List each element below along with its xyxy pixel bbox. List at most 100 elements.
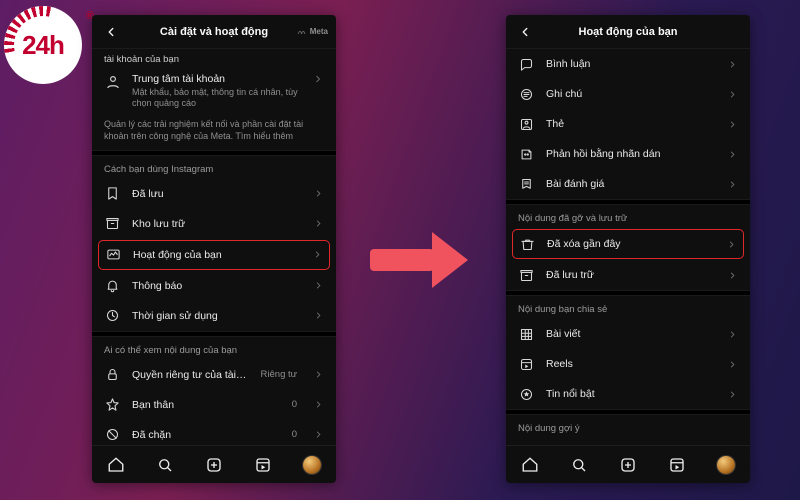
row-label: Kho lưu trữ	[132, 218, 301, 230]
account-center-row[interactable]: Trung tâm tài khoản Mật khẩu, bảo mật, t…	[92, 67, 336, 114]
hl-icon	[519, 387, 534, 402]
nav-create[interactable]	[203, 454, 225, 476]
menu-row-ni[interactable]: Không quan tâm	[506, 438, 750, 445]
row-icon	[104, 308, 120, 324]
row-label: Quyền riêng tư của tài khoản	[132, 369, 249, 381]
menu-row-comment[interactable]: Bình luận	[506, 49, 750, 79]
nav-create[interactable]	[617, 454, 639, 476]
lock-icon	[105, 367, 120, 382]
row-icon	[518, 86, 534, 102]
phone-activity: Hoạt động của bạn Bình luận Ghi chú ThẻPhả…	[506, 15, 750, 483]
row-icon	[518, 116, 534, 132]
row-icon	[518, 56, 534, 72]
create-icon	[619, 456, 637, 474]
row-icon	[518, 176, 534, 192]
trash-icon	[520, 237, 535, 252]
menu-row-bookmark[interactable]: Đã lưu	[92, 179, 336, 209]
comment-icon	[519, 57, 534, 72]
row-label: Reels	[546, 358, 715, 370]
archive-icon	[519, 268, 534, 283]
chevron-right-icon	[727, 89, 738, 100]
row-extra: 0	[292, 399, 297, 410]
row-icon	[104, 186, 120, 202]
chevron-right-icon	[727, 149, 738, 160]
account-center-subtitle: Mật khẩu, bảo mật, thông tin cá nhân, tù…	[132, 87, 302, 110]
nav-profile[interactable]	[715, 454, 737, 476]
menu-row-lock[interactable]: Quyền riêng tư của tài khoản Riêng tư	[92, 360, 336, 390]
nav-search[interactable]	[154, 454, 176, 476]
archive-icon	[105, 216, 120, 231]
home-icon	[107, 456, 125, 474]
activity-icon	[106, 247, 121, 262]
section-header: Nội dung bạn chia sẻ	[506, 296, 750, 319]
menu-row-clock[interactable]: Thời gian sử dụng	[92, 301, 336, 331]
back-button[interactable]	[100, 15, 122, 48]
row-icon	[105, 247, 121, 263]
row-icon	[519, 236, 535, 252]
nav-reels[interactable]	[666, 454, 688, 476]
row-icon	[104, 397, 120, 413]
chevron-right-icon	[313, 310, 324, 321]
chevron-right-icon	[727, 329, 738, 340]
section-header: Cách bạn dùng Instagram	[92, 156, 336, 179]
chevron-right-icon	[727, 359, 738, 370]
account-center-title: Trung tâm tài khoản	[132, 73, 302, 85]
section-header: Ai có thể xem nội dung của bạn	[92, 337, 336, 360]
bookmark-icon	[105, 186, 120, 201]
manage-description: Quản lý các trải nghiệm kết nối và phần …	[92, 114, 336, 150]
menu-row-tag[interactable]: Thẻ	[506, 109, 750, 139]
search-icon	[156, 456, 174, 474]
nav-reels[interactable]	[252, 454, 274, 476]
reels-icon	[519, 357, 534, 372]
menu-row-activity[interactable]: Hoạt động của bạn	[98, 240, 330, 270]
meta-badge: Meta	[297, 27, 328, 37]
row-icon	[104, 367, 120, 383]
bottom-nav	[92, 445, 336, 483]
chevron-right-icon	[313, 429, 324, 440]
arrow-shaft	[370, 249, 434, 271]
nav-search[interactable]	[568, 454, 590, 476]
review-icon	[519, 177, 534, 192]
titlebar: Hoạt động của bạn	[506, 15, 750, 49]
menu-row-note[interactable]: Ghi chú	[506, 79, 750, 109]
row-label: Bài viết	[546, 328, 715, 340]
back-button[interactable]	[514, 15, 536, 48]
menu-row-grid[interactable]: Bài viết	[506, 319, 750, 349]
chevron-right-icon	[312, 73, 324, 85]
nav-home[interactable]	[519, 454, 541, 476]
chevron-right-icon	[313, 399, 324, 410]
row-icon	[518, 356, 534, 372]
reels-icon	[254, 456, 272, 474]
row-label: Thời gian sử dụng	[132, 310, 301, 322]
menu-row-review[interactable]: Bài đánh giá	[506, 169, 750, 199]
avatar-icon	[303, 456, 321, 474]
arrow-head-icon	[432, 232, 468, 288]
row-label: Ghi chú	[546, 88, 715, 100]
menu-row-archive[interactable]: Kho lưu trữ	[92, 209, 336, 239]
nav-profile[interactable]	[301, 454, 323, 476]
row-label: Đã lưu	[132, 188, 301, 200]
chevron-right-icon	[313, 369, 324, 380]
grid-icon	[519, 327, 534, 342]
row-extra: Riêng tư	[261, 369, 297, 380]
row-icon	[104, 427, 120, 443]
menu-row-bell[interactable]: Thông báo	[92, 271, 336, 301]
home-icon	[521, 456, 539, 474]
menu-row-reels[interactable]: Reels	[506, 349, 750, 379]
row-icon	[104, 216, 120, 232]
row-icon	[518, 146, 534, 162]
chevron-left-icon	[518, 25, 532, 39]
account-label: tài khoản của bạn	[104, 54, 179, 65]
chevron-right-icon	[727, 59, 738, 70]
menu-row-hl[interactable]: Tin nổi bật	[506, 379, 750, 409]
menu-row-trash[interactable]: Đã xóa gần đây	[512, 229, 744, 259]
section-header: Nội dung gợi ý	[506, 415, 750, 438]
menu-row-block[interactable]: Đã chặn0	[92, 420, 336, 445]
nav-home[interactable]	[105, 454, 127, 476]
menu-row-sticker[interactable]: Phản hồi bằng nhãn dán	[506, 139, 750, 169]
chevron-right-icon	[313, 218, 324, 229]
flow-arrow	[370, 230, 480, 290]
block-icon	[105, 427, 120, 442]
menu-row-star[interactable]: Bạn thân0	[92, 390, 336, 420]
menu-row-archive[interactable]: Đã lưu trữ	[506, 260, 750, 290]
